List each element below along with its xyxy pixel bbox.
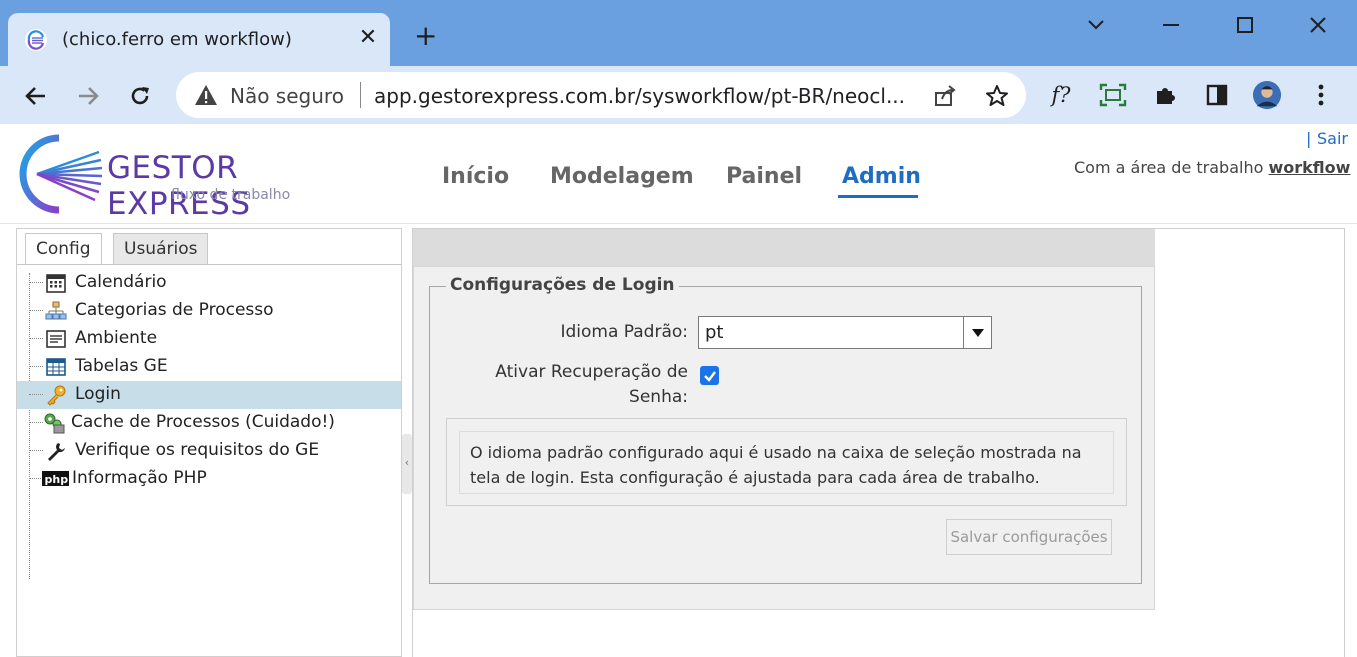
profile-avatar[interactable] <box>1252 80 1282 110</box>
sidebar-item-label: Verifique os requisitos do GE <box>75 440 320 460</box>
gestor-express-logo[interactable]: GESTOR EXPRESS fluxo de trabalho <box>15 134 375 222</box>
warning-icon[interactable] <box>194 84 218 110</box>
reload-icon[interactable] <box>122 78 158 114</box>
share-icon[interactable] <box>932 83 958 109</box>
tree-connector <box>29 310 43 311</box>
sidebar-item-label: Calendário <box>75 272 167 292</box>
php-icon: php <box>42 468 70 490</box>
language-label: Idioma Padrão: <box>560 322 688 342</box>
key-icon <box>45 384 67 406</box>
browser-titlebar: (chico.ferro em workflow) ✕ + <box>0 0 1357 68</box>
sidebar-item-ambiente[interactable]: Ambiente <box>17 325 401 353</box>
sidebar-item-requisitos[interactable]: Verifique os requisitos do GE <box>17 437 401 465</box>
tables-icon <box>45 356 67 378</box>
minimize-icon[interactable] <box>1151 10 1191 40</box>
sidebar-item-label: Cache de Processos (Cuidado!) <box>71 412 335 432</box>
save-settings-button[interactable]: Salvar configurações <box>946 519 1112 555</box>
wrench-icon <box>45 440 67 462</box>
tree-connector <box>29 422 43 423</box>
address-bar[interactable]: Não seguro app.gestorexpress.com.br/sysw… <box>176 72 1026 118</box>
tree-connector <box>29 366 43 367</box>
workspace-context-prefix: Com a área de trabalho <box>1074 158 1264 177</box>
tab-usuarios[interactable]: Usuários <box>113 233 209 265</box>
close-window-icon[interactable] <box>1298 10 1338 40</box>
tab-config[interactable]: Config <box>25 233 102 265</box>
cache-icon <box>42 412 65 434</box>
process-categories-icon <box>45 300 67 322</box>
tree-connector <box>29 450 43 451</box>
environment-icon <box>45 328 67 350</box>
language-select-value: pt <box>705 322 724 343</box>
active-nav-underline <box>838 195 918 198</box>
password-recovery-checkbox[interactable] <box>700 366 719 385</box>
url-text[interactable]: app.gestorexpress.com.br/sysworkflow/pt-… <box>374 84 905 108</box>
tree-connector <box>29 282 43 283</box>
workspace-name[interactable]: workflow <box>1268 158 1350 177</box>
maximize-icon[interactable] <box>1225 10 1265 40</box>
sidebar-item-categorias[interactable]: Categorias de Processo <box>17 297 401 325</box>
browser-toolbar: Não seguro app.gestorexpress.com.br/sysw… <box>0 66 1357 124</box>
new-tab-button[interactable]: + <box>414 22 437 50</box>
info-box: O idioma padrão configurado aqui é usado… <box>446 418 1127 506</box>
page: GESTOR EXPRESS fluxo de trabalho Início … <box>0 124 1357 657</box>
side-panel-icon[interactable] <box>1202 80 1232 110</box>
function-extension-icon[interactable]: f? <box>1046 80 1076 110</box>
info-text: O idioma padrão configurado aqui é usado… <box>459 431 1114 494</box>
sidebar-item-login[interactable]: Login <box>17 381 401 409</box>
tree-connector <box>29 478 43 479</box>
extensions-puzzle-icon[interactable] <box>1150 80 1180 110</box>
fieldset-legend: Configurações de Login <box>446 275 679 295</box>
security-label[interactable]: Não seguro <box>230 84 344 108</box>
gestor-express-logo-icon <box>19 134 103 214</box>
recovery-label-line1: Ativar Recuperação de <box>495 362 688 382</box>
tree-connector <box>29 394 43 395</box>
sidebar-item-cache[interactable]: Cache de Processos (Cuidado!) <box>17 409 401 437</box>
sidebar-item-label: Ambiente <box>75 328 158 348</box>
config-sidebar: Config Usuários Calendário Categorias de… <box>16 228 402 657</box>
language-select[interactable]: pt <box>698 316 992 349</box>
bookmark-star-icon[interactable] <box>984 83 1010 109</box>
sidebar-item-php[interactable]: php Informação PHP <box>17 465 401 493</box>
address-divider <box>360 82 361 108</box>
content-toolbar <box>413 229 1155 266</box>
nav-modelagem[interactable]: Modelagem <box>550 164 694 189</box>
tab-close-icon[interactable]: ✕ <box>356 25 380 50</box>
chevron-down-icon[interactable] <box>1076 10 1116 40</box>
tree-connector <box>29 338 43 339</box>
sidebar-item-label: Login <box>75 384 121 404</box>
sidebar-item-label: Informação PHP <box>72 468 207 488</box>
logout-separator: | <box>1306 129 1312 148</box>
svg-text:php: php <box>45 473 69 486</box>
menu-kebab-icon[interactable] <box>1306 80 1336 110</box>
login-settings-panel: Configurações de Login Idioma Padrão: pt… <box>413 266 1155 610</box>
sidebar-item-label: Tabelas GE <box>75 356 168 376</box>
logout-link[interactable]: Sair <box>1317 129 1348 148</box>
nav-inicio[interactable]: Início <box>442 164 509 189</box>
nav-admin[interactable]: Admin <box>842 164 921 189</box>
dropdown-arrow-icon[interactable] <box>963 317 991 348</box>
calendar-icon <box>45 272 67 294</box>
sidebar-item-calendario[interactable]: Calendário <box>17 269 401 297</box>
logo-subtitle: fluxo de trabalho <box>171 187 291 203</box>
sidebar-item-label: Categorias de Processo <box>75 300 274 320</box>
screen-capture-icon[interactable] <box>1098 80 1128 110</box>
chevron-left-icon: ‹ <box>404 456 410 469</box>
tab-title: (chico.ferro em workflow) <box>62 29 292 50</box>
tab-divider <box>17 264 401 265</box>
workspace-context: Com a área de trabalho workflow <box>1074 158 1350 177</box>
forward-arrow-icon[interactable] <box>70 78 106 114</box>
login-settings-fieldset: Configurações de Login Idioma Padrão: pt… <box>429 275 1142 584</box>
sidebar-item-tabelas-ge[interactable]: Tabelas GE <box>17 353 401 381</box>
collapse-sidebar-handle[interactable]: ‹ <box>402 434 412 494</box>
back-arrow-icon[interactable] <box>18 78 54 114</box>
browser-tab[interactable]: (chico.ferro em workflow) ✕ <box>8 13 390 68</box>
nav-painel[interactable]: Painel <box>726 164 802 189</box>
header-divider <box>0 223 1357 224</box>
logo-title: GESTOR EXPRESS <box>107 150 251 222</box>
recovery-label-line2: Senha: <box>629 387 688 407</box>
gestor-favicon-icon <box>24 28 48 52</box>
